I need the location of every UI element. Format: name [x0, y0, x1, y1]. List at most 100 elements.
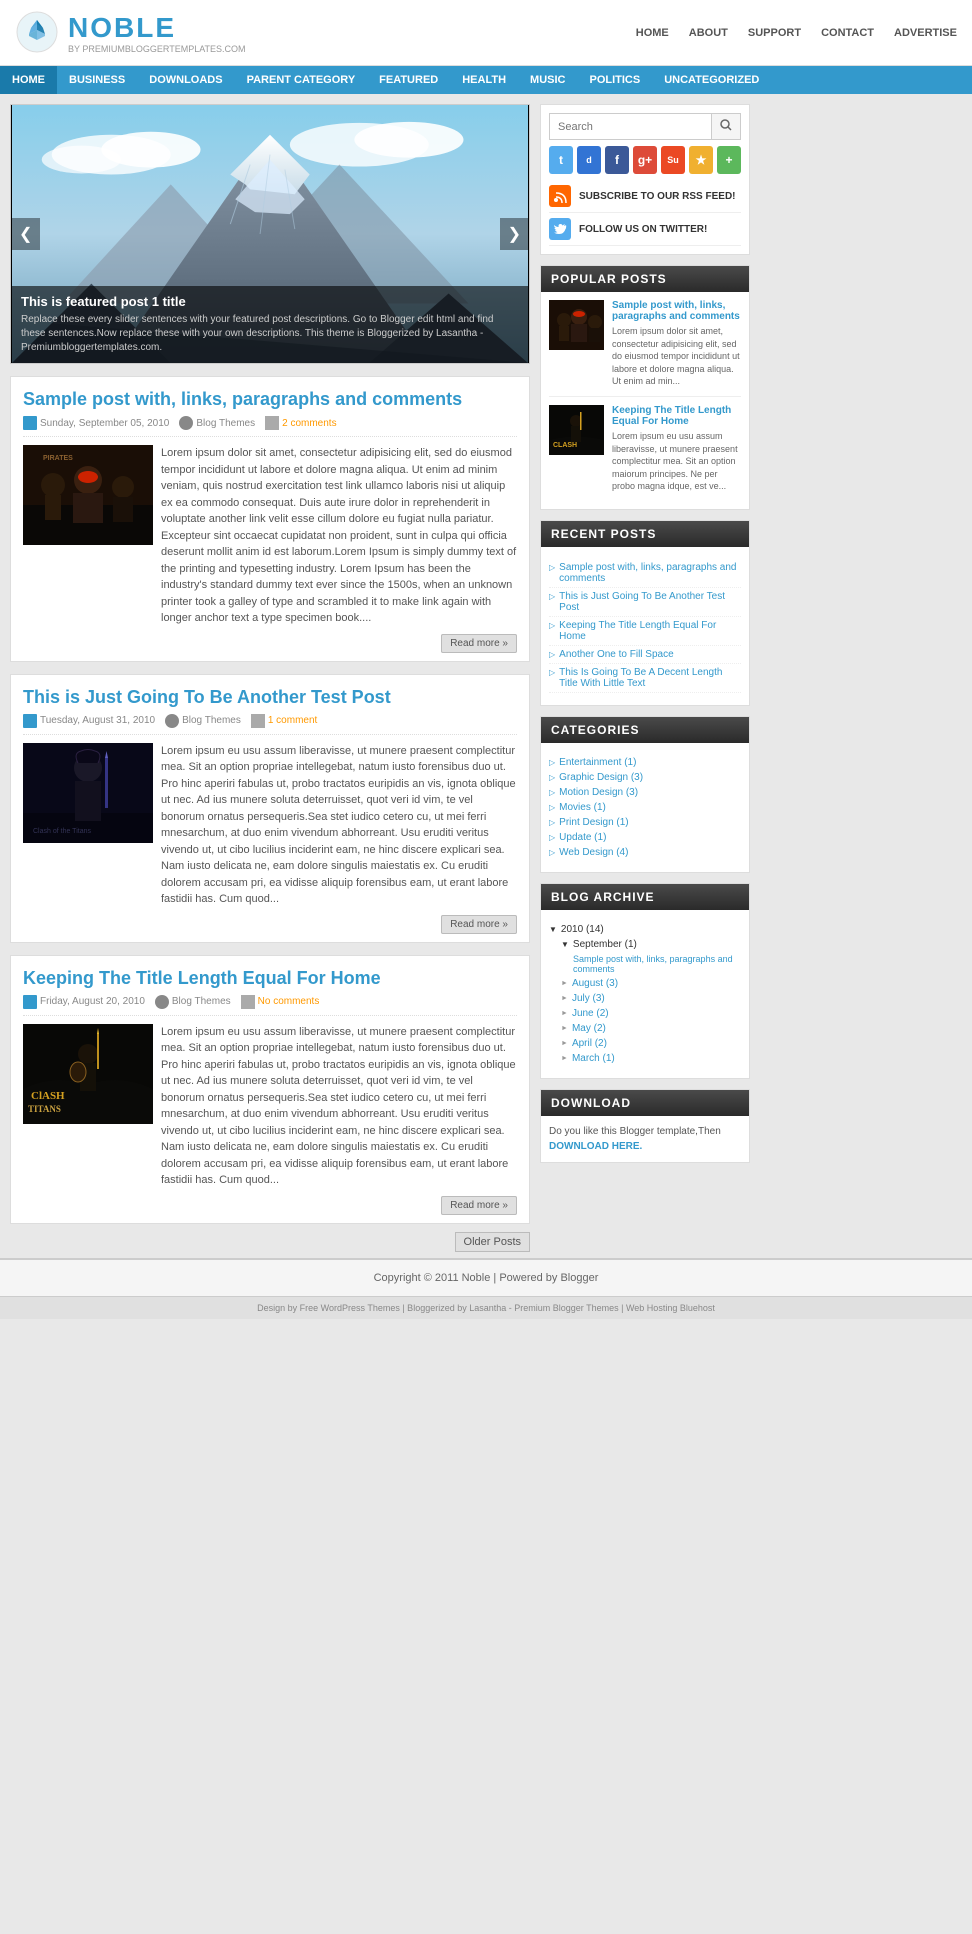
- logo-title: NOBLE: [68, 12, 246, 44]
- popular-posts-content: Sample post with, links, paragraphs and …: [541, 292, 749, 509]
- post-1-body: PIRATES Lorem ipsum dolor sit amet, cons…: [23, 445, 517, 627]
- popular-post-2: CLASH Keeping The Title Length Equal For…: [549, 405, 741, 501]
- nav-bar-downloads[interactable]: DOWNLOADS: [137, 66, 234, 94]
- slide-title: This is featured post 1 title: [21, 294, 519, 309]
- categories-list: Entertainment (1) Graphic Design (3) Mot…: [549, 751, 741, 864]
- nav-bar-uncategorized[interactable]: UNCATEGORIZED: [652, 66, 771, 94]
- archive-month-apr: April (2): [549, 1036, 741, 1051]
- stumbleupon-social-icon[interactable]: Su: [661, 146, 685, 174]
- logo-sub: BY PREMIUMBLOGGERTEMPLATES.COM: [68, 44, 246, 54]
- tag-icon-2: [251, 714, 265, 728]
- twitter-follow-row: FOLLOW US ON TWITTER!: [549, 213, 741, 246]
- slide-text: Replace these every slider sentences wit…: [21, 313, 519, 355]
- category-motion-design: Motion Design (3): [549, 785, 741, 800]
- nav-bar-health[interactable]: HEALTH: [450, 66, 518, 94]
- favorites-social-icon[interactable]: ★: [689, 146, 713, 174]
- svg-text:Clash of the Titans: Clash of the Titans: [33, 828, 91, 835]
- post-1-title[interactable]: Sample post with, links, paragraphs and …: [23, 389, 462, 409]
- nav-bar-parent-category[interactable]: PARENT CATEGORY: [235, 66, 368, 94]
- search-icon: [720, 119, 732, 131]
- archive-month-mar: March (1): [549, 1051, 741, 1066]
- archive-sub-sep: Sample post with, links, paragraphs and …: [549, 952, 741, 976]
- twitter-icon: [549, 218, 571, 240]
- post-2: This is Just Going To Be Another Test Po…: [10, 674, 530, 943]
- archive-year-2010: ▼ 2010 (14): [549, 922, 741, 937]
- nav-bar-featured[interactable]: FEATURED: [367, 66, 450, 94]
- post-1: Sample post with, links, paragraphs and …: [10, 376, 530, 662]
- top-navigation: HOME ABOUT SUPPORT CONTACT ADVERTISE: [636, 27, 957, 39]
- archive-year-label: 2010 (14): [561, 924, 604, 935]
- post-2-text: Lorem ipsum eu usu assum liberavisse, ut…: [161, 743, 517, 908]
- popular-post-2-image: CLASH: [549, 405, 604, 455]
- delicious-social-icon[interactable]: d: [577, 146, 601, 174]
- popular-post-1-excerpt: Lorem ipsum dolor sit amet, consectetur …: [612, 325, 741, 388]
- category-update: Update (1): [549, 830, 741, 845]
- post-1-author: Blog Themes: [179, 416, 255, 430]
- site-footer: Copyright © 2011 Noble | Powered by Blog…: [0, 1258, 972, 1296]
- facebook-social-icon[interactable]: f: [605, 146, 629, 174]
- post-1-comments: 2 comments: [265, 416, 336, 430]
- site-logo: NOBLE BY PREMIUMBLOGGERTEMPLATES.COM: [15, 10, 246, 55]
- post-3-body: ClASH TITANS Lorem ipsum eu usu assum li…: [23, 1024, 517, 1189]
- post-1-text: Lorem ipsum dolor sit amet, consectetur …: [161, 445, 517, 627]
- nav-bar-politics[interactable]: POLITICS: [577, 66, 652, 94]
- category-graphic-design: Graphic Design (3): [549, 770, 741, 785]
- search-widget-content: t d f g+ Su ★ +: [541, 105, 749, 254]
- slider-next-button[interactable]: ❯: [500, 218, 529, 250]
- sidebar: t d f g+ Su ★ +: [540, 104, 750, 1248]
- popular-post-2-text: Keeping The Title Length Equal For Home …: [612, 405, 741, 493]
- calendar-icon-2: [23, 714, 37, 728]
- download-content: Do you like this Blogger template,Then D…: [541, 1116, 749, 1162]
- post-2-body: Clash of the Titans Lorem ipsum eu usu a…: [23, 743, 517, 908]
- popular-post-1-text: Sample post with, links, paragraphs and …: [612, 300, 741, 388]
- post-2-meta: Tuesday, August 31, 2010 Blog Themes 1 c…: [23, 714, 517, 735]
- category-web-design: Web Design (4): [549, 845, 741, 860]
- rss-icon: [549, 185, 571, 207]
- post-1-thumbnail: PIRATES: [23, 445, 153, 545]
- featured-slider: ❮ ❯ This is featured post 1 title Replac…: [10, 104, 530, 364]
- blog-archive-widget: BLOG ARCHIVE ▼ 2010 (14) ▼ September (1)…: [540, 883, 750, 1079]
- archive-month-sep-link[interactable]: September (1): [573, 939, 637, 950]
- blog-archive-title: BLOG ARCHIVE: [541, 884, 749, 910]
- post-2-date: Tuesday, August 31, 2010: [23, 714, 155, 728]
- nav-home[interactable]: HOME: [636, 27, 669, 39]
- post-3-comments: No comments: [241, 995, 320, 1009]
- post-2-title[interactable]: This is Just Going To Be Another Test Po…: [23, 687, 391, 707]
- post-3-title[interactable]: Keeping The Title Length Equal For Home: [23, 968, 381, 988]
- nav-contact[interactable]: CONTACT: [821, 27, 874, 39]
- twitter-social-icon[interactable]: t: [549, 146, 573, 174]
- post-2-comments: 1 comment: [251, 714, 317, 728]
- recent-post-5: This Is Going To Be A Decent Length Titl…: [549, 664, 741, 693]
- rss-svg-icon: [553, 189, 567, 203]
- svg-text:ClASH: ClASH: [31, 1090, 65, 1102]
- popular-posts-title: POPULAR POSTS: [541, 266, 749, 292]
- archive-month-may: May (2): [549, 1021, 741, 1036]
- nav-support[interactable]: SUPPORT: [748, 27, 801, 39]
- recent-post-3: Keeping The Title Length Equal For Home: [549, 617, 741, 646]
- main-content: ❮ ❯ This is featured post 1 title Replac…: [10, 104, 530, 1248]
- googleplus-social-icon[interactable]: g+: [633, 146, 657, 174]
- nav-bar-business[interactable]: BUSINESS: [57, 66, 137, 94]
- popular-post-1-title: Sample post with, links, paragraphs and …: [612, 300, 741, 322]
- blog-archive-content: ▼ 2010 (14) ▼ September (1) Sample post …: [541, 910, 749, 1078]
- categories-widget: CATEGORIES Entertainment (1) Graphic Des…: [540, 716, 750, 873]
- recent-post-1: Sample post with, links, paragraphs and …: [549, 559, 741, 588]
- main-layout: ❮ ❯ This is featured post 1 title Replac…: [0, 94, 972, 1258]
- category-movies: Movies (1): [549, 800, 741, 815]
- nav-bar-music[interactable]: MUSIC: [518, 66, 577, 94]
- add-social-icon[interactable]: +: [717, 146, 741, 174]
- tag-icon: [265, 416, 279, 430]
- archive-month-aug: August (3): [549, 976, 741, 991]
- categories-content: Entertainment (1) Graphic Design (3) Mot…: [541, 743, 749, 872]
- copyright-text: Copyright © 2011 Noble | Powered by Blog…: [374, 1272, 599, 1284]
- search-button[interactable]: [711, 114, 740, 139]
- download-link[interactable]: DOWNLOAD HERE.: [549, 1141, 642, 1152]
- nav-advertise[interactable]: ADVERTISE: [894, 27, 957, 39]
- slider-prev-button[interactable]: ❮: [11, 218, 40, 250]
- svg-text:PIRATES: PIRATES: [43, 455, 73, 462]
- recent-posts-list: Sample post with, links, paragraphs and …: [549, 555, 741, 697]
- nav-about[interactable]: ABOUT: [689, 27, 728, 39]
- nav-bar-home[interactable]: HOME: [0, 66, 57, 94]
- search-widget: t d f g+ Su ★ +: [540, 104, 750, 255]
- search-input[interactable]: [550, 114, 711, 139]
